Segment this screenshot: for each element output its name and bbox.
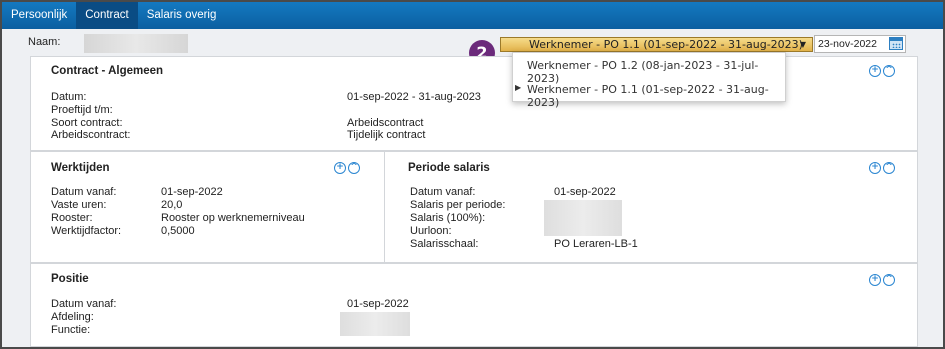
salaris-vanaf-label: Datum vanaf: (410, 186, 476, 198)
vaste-uren-value: 20,0 (161, 199, 183, 211)
positie-actions: + ^ (869, 274, 895, 286)
window-frame: Persoonlijk Contract Salaris overig Naam… (0, 0, 945, 349)
zoom-in-icon[interactable]: + (869, 274, 881, 286)
werktijden-vanaf-value: 01-sep-2022 (161, 186, 223, 198)
salaris-title: Periode salaris (408, 162, 490, 174)
proeftijd-label: Proeftijd t/m: (51, 104, 113, 116)
dropdown-option-label: Werknemer - PO 1.1 (01-sep-2022 - 31-aug… (527, 83, 769, 109)
werktijden-title: Werktijden (51, 162, 110, 174)
dropdown-option-po-1-2[interactable]: Werknemer - PO 1.2 (08-jan-2023 - 31-jul… (513, 59, 785, 85)
positie-card: Positie + ^ Datum vanaf: 01-sep-2022 Afd… (30, 263, 918, 347)
vaste-uren-label: Vaste uren: (51, 199, 107, 211)
calendar-icon[interactable] (889, 37, 903, 50)
tab-contract[interactable]: Contract (76, 2, 138, 29)
salaris-per-periode-label: Salaris per periode: (410, 199, 506, 211)
soort-contract-label: Soort contract: (51, 117, 123, 129)
functie-label: Functie: (51, 324, 91, 336)
contract-select[interactable]: Werknemer - PO 1.1 (01-sep-2022 - 31-aug… (500, 37, 813, 52)
werktijdfactor-value: 0,5000 (161, 225, 195, 237)
zoom-in-icon[interactable]: + (334, 162, 346, 174)
dropdown-option-label: Werknemer - PO 1.2 (08-jan-2023 - 31-jul… (527, 59, 759, 85)
rooster-label: Rooster: (51, 212, 93, 224)
werktijden-salaris-card: Werktijden + ^ Datum vanaf: 01-sep-2022 … (30, 151, 918, 263)
salaris-vanaf-value: 01-sep-2022 (554, 186, 616, 198)
contract-select-value: Werknemer - PO 1.1 (01-sep-2022 - 31-aug… (529, 38, 803, 51)
afdeling-label: Afdeling: (51, 311, 94, 323)
zoom-in-icon[interactable]: + (869, 162, 881, 174)
soort-contract-value: Arbeidscontract (347, 117, 424, 129)
werktijdfactor-label: Werktijdfactor: (51, 225, 122, 237)
dropdown-arrow-icon: ▼ (799, 40, 806, 49)
dropdown-option-po-1-1[interactable]: ▶ Werknemer - PO 1.1 (01-sep-2022 - 31-a… (513, 83, 785, 109)
zoom-in-icon[interactable]: + (869, 65, 881, 77)
naam-value-redacted (84, 34, 188, 53)
positie-title: Positie (51, 273, 89, 285)
positie-values-redacted (340, 312, 410, 336)
contract-title: Contract - Algemeen (51, 65, 164, 77)
card-divider (384, 152, 385, 262)
positie-vanaf-label: Datum vanaf: (51, 298, 117, 310)
salarisschaal-value: PO Leraren-LB-1 (554, 238, 638, 250)
werktijden-actions: + ^ (334, 162, 360, 174)
contract-dropdown-list: Werknemer - PO 1.2 (08-jan-2023 - 31-jul… (512, 52, 786, 109)
datum-value: 01-sep-2022 - 31-aug-2023 (347, 91, 481, 103)
salarisschaal-label: Salarisschaal: (410, 238, 479, 250)
positie-vanaf-value: 01-sep-2022 (347, 298, 409, 310)
tab-persoonlijk[interactable]: Persoonlijk (2, 2, 76, 29)
collapse-up-icon[interactable]: ^ (883, 162, 895, 174)
rooster-value: Rooster op werknemerniveau (161, 212, 305, 224)
arbeidscontract-label: Arbeidscontract: (51, 129, 131, 141)
salaris-100-label: Salaris (100%): (410, 212, 486, 224)
salaris-actions: + ^ (869, 162, 895, 174)
collapse-up-icon[interactable]: ^ (883, 65, 895, 77)
arbeidscontract-value: Tijdelijk contract (347, 129, 426, 141)
naam-label: Naam: (28, 36, 61, 48)
salaris-values-redacted (544, 200, 622, 236)
collapse-up-icon[interactable]: ^ (883, 274, 895, 286)
tab-salaris-overig[interactable]: Salaris overig (138, 2, 226, 29)
collapse-up-icon[interactable]: ^ (348, 162, 360, 174)
uurloon-label: Uurloon: (410, 225, 452, 237)
werktijden-vanaf-label: Datum vanaf: (51, 186, 117, 198)
tab-bar: Persoonlijk Contract Salaris overig (2, 2, 943, 29)
contract-actions: + ^ (869, 65, 895, 77)
datum-label: Datum: (51, 91, 87, 103)
selected-triangle-icon: ▶ (515, 83, 522, 92)
